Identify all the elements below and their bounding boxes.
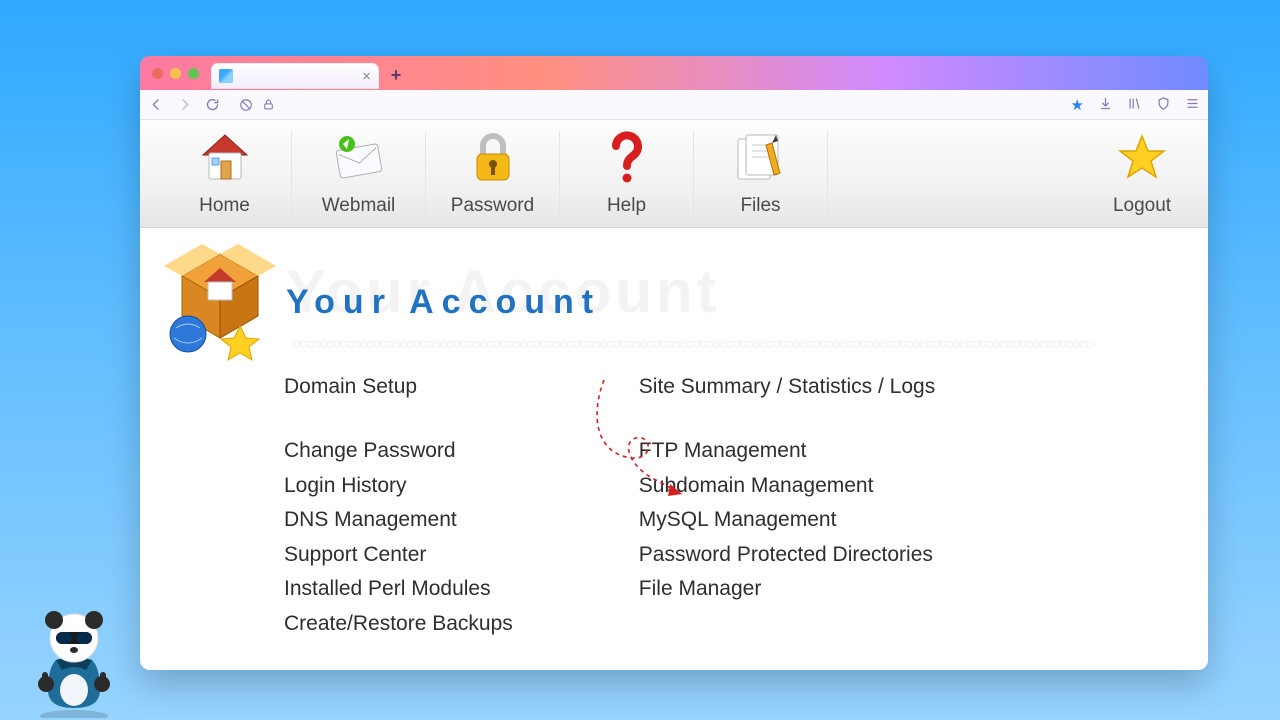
toolbar-help[interactable]: Help (560, 131, 694, 221)
url-input[interactable] (230, 94, 1061, 116)
webmail-icon (328, 131, 390, 185)
toolbar-logout[interactable]: Logout (1094, 131, 1190, 221)
toolbar-password-label: Password (451, 195, 534, 217)
control-panel-toolbar: Home Webmail P (140, 120, 1208, 228)
forward-button[interactable] (176, 97, 192, 113)
link-pw-protected-dirs[interactable]: Password Protected Directories (639, 540, 935, 570)
link-file-manager[interactable]: File Manager (639, 574, 935, 604)
window-controls (148, 68, 205, 79)
toolbar-webmail[interactable]: Webmail (292, 131, 426, 221)
link-installed-perl[interactable]: Installed Perl Modules (284, 574, 513, 604)
tab-strip: × + (140, 56, 1208, 90)
browser-tab[interactable]: × (211, 63, 379, 89)
link-mysql-mgmt[interactable]: MySQL Management (639, 505, 935, 535)
toolbar-password[interactable]: Password (426, 131, 560, 221)
minimize-window-button[interactable] (170, 68, 181, 79)
link-subdomain-mgmt[interactable]: Subdomain Management (639, 471, 935, 501)
panda-mascot (26, 598, 122, 718)
question-icon (610, 131, 644, 185)
tab-close-icon[interactable]: × (362, 69, 371, 84)
logout-star-icon (1116, 131, 1168, 185)
account-box-icon (160, 242, 280, 362)
toolbar-logout-label: Logout (1113, 195, 1171, 217)
home-icon (197, 131, 253, 185)
tracking-protection-icon[interactable] (238, 97, 254, 113)
toolbar-help-label: Help (607, 195, 646, 217)
page-title: Your Account (286, 283, 601, 322)
page-content: Your Account Your Account ○○○○○○○○○○○○○○… (140, 228, 1208, 670)
toolbar-home[interactable]: Home (158, 131, 292, 221)
link-support-center[interactable]: Support Center (284, 540, 513, 570)
link-domain-setup[interactable]: Domain Setup (284, 372, 513, 402)
link-site-summary[interactable]: Site Summary / Statistics / Logs (639, 372, 935, 402)
link-login-history[interactable]: Login History (284, 471, 513, 501)
download-icon[interactable] (1098, 96, 1113, 114)
browser-window: × + ★ (140, 56, 1208, 670)
toolbar-files[interactable]: Files (694, 131, 828, 221)
tab-favicon (219, 69, 233, 83)
links-column-left: Domain Setup Change Password Login Histo… (284, 372, 513, 639)
zoom-window-button[interactable] (188, 68, 199, 79)
reload-button[interactable] (204, 97, 220, 113)
toolbar-home-label: Home (199, 195, 250, 217)
account-links: Domain Setup Change Password Login Histo… (160, 372, 1168, 639)
padlock-icon (469, 131, 517, 185)
address-bar: ★ (140, 90, 1208, 120)
account-header: Your Account Your Account ○○○○○○○○○○○○○○… (160, 242, 1168, 362)
toolbar-files-label: Files (740, 195, 780, 217)
bookmark-star-icon[interactable]: ★ (1071, 96, 1084, 114)
lock-icon[interactable] (260, 97, 276, 113)
files-icon (732, 131, 790, 185)
shield-icon[interactable] (1156, 96, 1171, 114)
links-column-right: Site Summary / Statistics / Logs FTP Man… (639, 372, 935, 639)
back-button[interactable] (148, 97, 164, 113)
link-create-restore[interactable]: Create/Restore Backups (284, 609, 513, 639)
hamburger-menu-icon[interactable] (1185, 96, 1200, 114)
title-dot-rule: ○○○○○○○○○○○○○○○○○○○○○○○○○○○○○○○○○○○○○○○○… (292, 336, 1178, 348)
close-window-button[interactable] (152, 68, 163, 79)
link-change-password[interactable]: Change Password (284, 436, 513, 466)
new-tab-button[interactable]: + (385, 65, 407, 87)
library-icon[interactable] (1127, 96, 1142, 114)
toolbar-webmail-label: Webmail (322, 195, 396, 217)
link-ftp-management[interactable]: FTP Management (639, 436, 935, 466)
link-dns-management[interactable]: DNS Management (284, 505, 513, 535)
